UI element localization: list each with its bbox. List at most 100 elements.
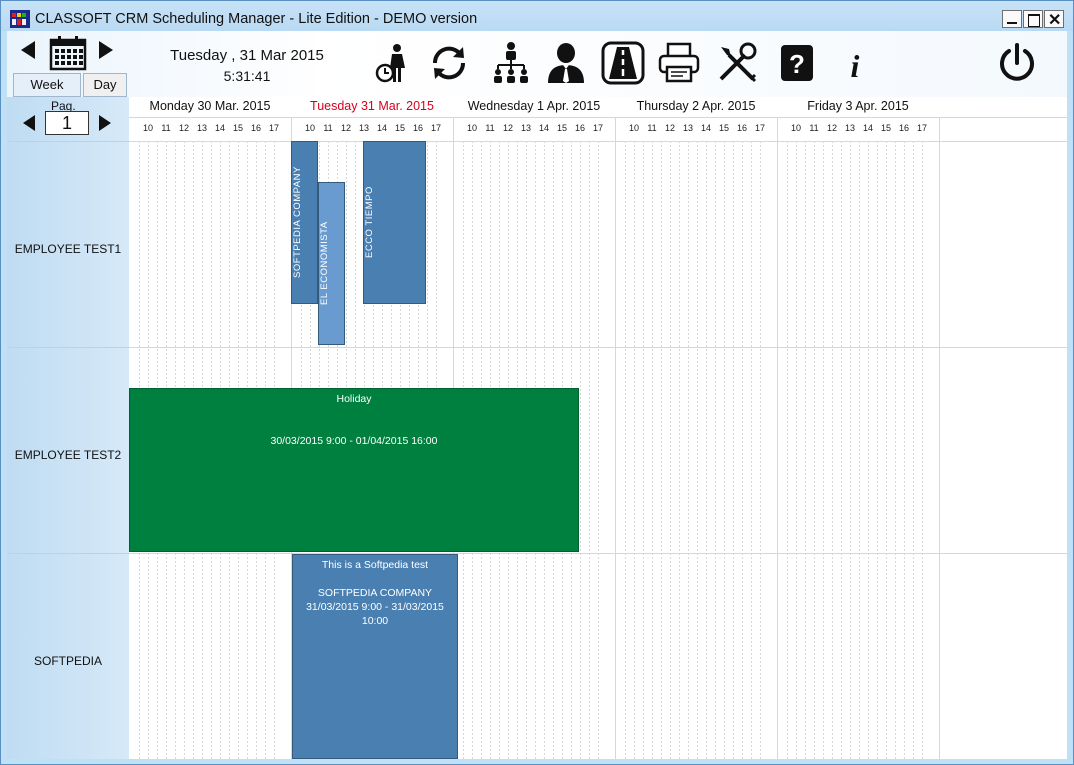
- tab-day[interactable]: Day: [83, 73, 127, 97]
- hour-label: 14: [538, 123, 549, 133]
- half-hour-line: [913, 141, 914, 759]
- hour-label: 16: [898, 123, 909, 133]
- day-header[interactable]: Tuesday 31 Mar. 2015: [291, 99, 453, 113]
- refresh-button[interactable]: [427, 41, 471, 85]
- road-icon: [601, 41, 645, 85]
- hour-label: 17: [268, 123, 279, 133]
- previous-page-arrow-icon[interactable]: [23, 115, 35, 131]
- row-label-employee-test1: EMPLOYEE TEST1: [14, 242, 122, 256]
- minimize-button[interactable]: [1002, 10, 1022, 28]
- resource-pane: Pag. 1 EMPLOYEE TEST1 EMPLOYEE TEST2 SOF…: [7, 97, 129, 759]
- half-hour-line: [805, 141, 806, 759]
- hour-label: 10: [628, 123, 639, 133]
- hour-label: 11: [809, 123, 819, 133]
- event-title: Holiday: [336, 393, 372, 405]
- org-chart-icon: [494, 42, 528, 83]
- hour-label: 17: [754, 123, 765, 133]
- hour-label: 15: [232, 123, 243, 133]
- hour-label: 13: [682, 123, 693, 133]
- road-button[interactable]: [601, 41, 645, 85]
- half-hour-line: [706, 141, 707, 759]
- half-hour-line: [661, 141, 662, 759]
- hour-label: 14: [700, 123, 711, 133]
- event-ecco-tiempo[interactable]: ECCO TIEMPO: [363, 141, 426, 304]
- half-hour-line: [850, 141, 851, 759]
- hour-label: 12: [340, 123, 351, 133]
- event-time-range: 30/03/2015 9:00 - 01/04/2015 16:00: [270, 435, 438, 447]
- half-hour-line: [904, 141, 905, 759]
- half-hour-line: [634, 141, 635, 759]
- hour-label: 12: [664, 123, 675, 133]
- day-separator: [777, 117, 778, 759]
- half-hour-line: [688, 141, 689, 759]
- exit-button[interactable]: [995, 41, 1039, 85]
- maximize-button[interactable]: [1023, 10, 1043, 28]
- tools-icon: [719, 42, 757, 83]
- hour-label: 10: [142, 123, 153, 133]
- hour-label: 17: [430, 123, 441, 133]
- half-hour-line: [787, 141, 788, 759]
- settings-button[interactable]: [715, 41, 759, 85]
- hour-label: 14: [214, 123, 225, 133]
- hour-label: 13: [358, 123, 369, 133]
- event-softpedia-company[interactable]: SOFTPEDIA COMPANY: [291, 141, 318, 304]
- event-softpedia-test[interactable]: This is a Softpedia test SOFTPEDIA COMPA…: [292, 554, 458, 759]
- next-page-arrow-icon[interactable]: [99, 115, 111, 131]
- day-header[interactable]: Friday 3 Apr. 2015: [777, 99, 939, 113]
- event-holiday[interactable]: Holiday 30/03/2015 9:00 - 01/04/2015 16:…: [129, 388, 579, 552]
- event-label: ECCO TIEMPO: [364, 186, 375, 259]
- half-hour-line: [796, 141, 797, 759]
- info-button[interactable]: i: [833, 41, 877, 85]
- half-hour-line: [715, 141, 716, 759]
- schedule-grid[interactable]: Monday 30 Mar. 2015 10 11 12 13 14 15 16 17 Tuesd…: [129, 97, 1067, 759]
- info-icon: i: [851, 48, 860, 84]
- hour-label: 16: [250, 123, 261, 133]
- event-company: SOFTPEDIA COMPANY: [317, 587, 433, 599]
- close-button[interactable]: ✕: [1044, 10, 1064, 29]
- refresh-icon: [432, 46, 466, 80]
- half-hour-line: [643, 141, 644, 759]
- event-label: SOFTPEDIA COMPANY: [292, 166, 303, 279]
- app-window: CLASSOFT CRM Scheduling Manager - Lite E…: [0, 0, 1074, 765]
- org-chart-button[interactable]: [489, 41, 533, 85]
- row-label-employee-test2: EMPLOYEE TEST2: [14, 448, 122, 462]
- close-icon: ✕: [1048, 12, 1062, 29]
- previous-week-arrow-icon[interactable]: [21, 41, 35, 59]
- event-el-economista[interactable]: EL ECONOMISTA: [318, 182, 345, 345]
- printer-icon: [658, 42, 700, 83]
- hour-label: 13: [196, 123, 207, 133]
- calendar-icon[interactable]: [49, 35, 87, 71]
- event-title: This is a Softpedia test: [321, 559, 429, 571]
- print-button[interactable]: [657, 41, 701, 85]
- day-header[interactable]: Monday 30 Mar. 2015: [129, 99, 291, 113]
- half-hour-line: [670, 141, 671, 759]
- help-button[interactable]: ?: [775, 41, 819, 85]
- user-button[interactable]: [544, 41, 588, 85]
- power-icon: [1000, 43, 1034, 81]
- next-week-arrow-icon[interactable]: [99, 41, 113, 59]
- svg-text:?: ?: [789, 49, 805, 79]
- day-header[interactable]: Thursday 2 Apr. 2015: [615, 99, 777, 113]
- half-hour-line: [598, 141, 599, 759]
- row-line: [129, 553, 1067, 554]
- hour-label: 16: [736, 123, 747, 133]
- tab-week[interactable]: Week: [13, 73, 81, 97]
- half-hour-line: [589, 141, 590, 759]
- hour-label: 15: [556, 123, 567, 133]
- half-hour-line: [868, 141, 869, 759]
- row-line: [129, 347, 1067, 348]
- half-hour-line: [814, 141, 815, 759]
- hour-label: 11: [647, 123, 657, 133]
- day-header[interactable]: Wednesday 1 Apr. 2015: [453, 99, 615, 113]
- half-hour-line: [895, 141, 896, 759]
- row-line: [129, 141, 1067, 142]
- page-number-field[interactable]: 1: [45, 111, 89, 135]
- hour-label: 16: [574, 123, 585, 133]
- clock-person-button[interactable]: [371, 41, 415, 85]
- hour-label: 17: [916, 123, 927, 133]
- half-hour-line: [697, 141, 698, 759]
- current-date: Tuesday , 31 Mar 2015: [170, 47, 324, 64]
- hour-label: 16: [412, 123, 423, 133]
- hour-label: 14: [376, 123, 387, 133]
- row-line: [129, 117, 1067, 118]
